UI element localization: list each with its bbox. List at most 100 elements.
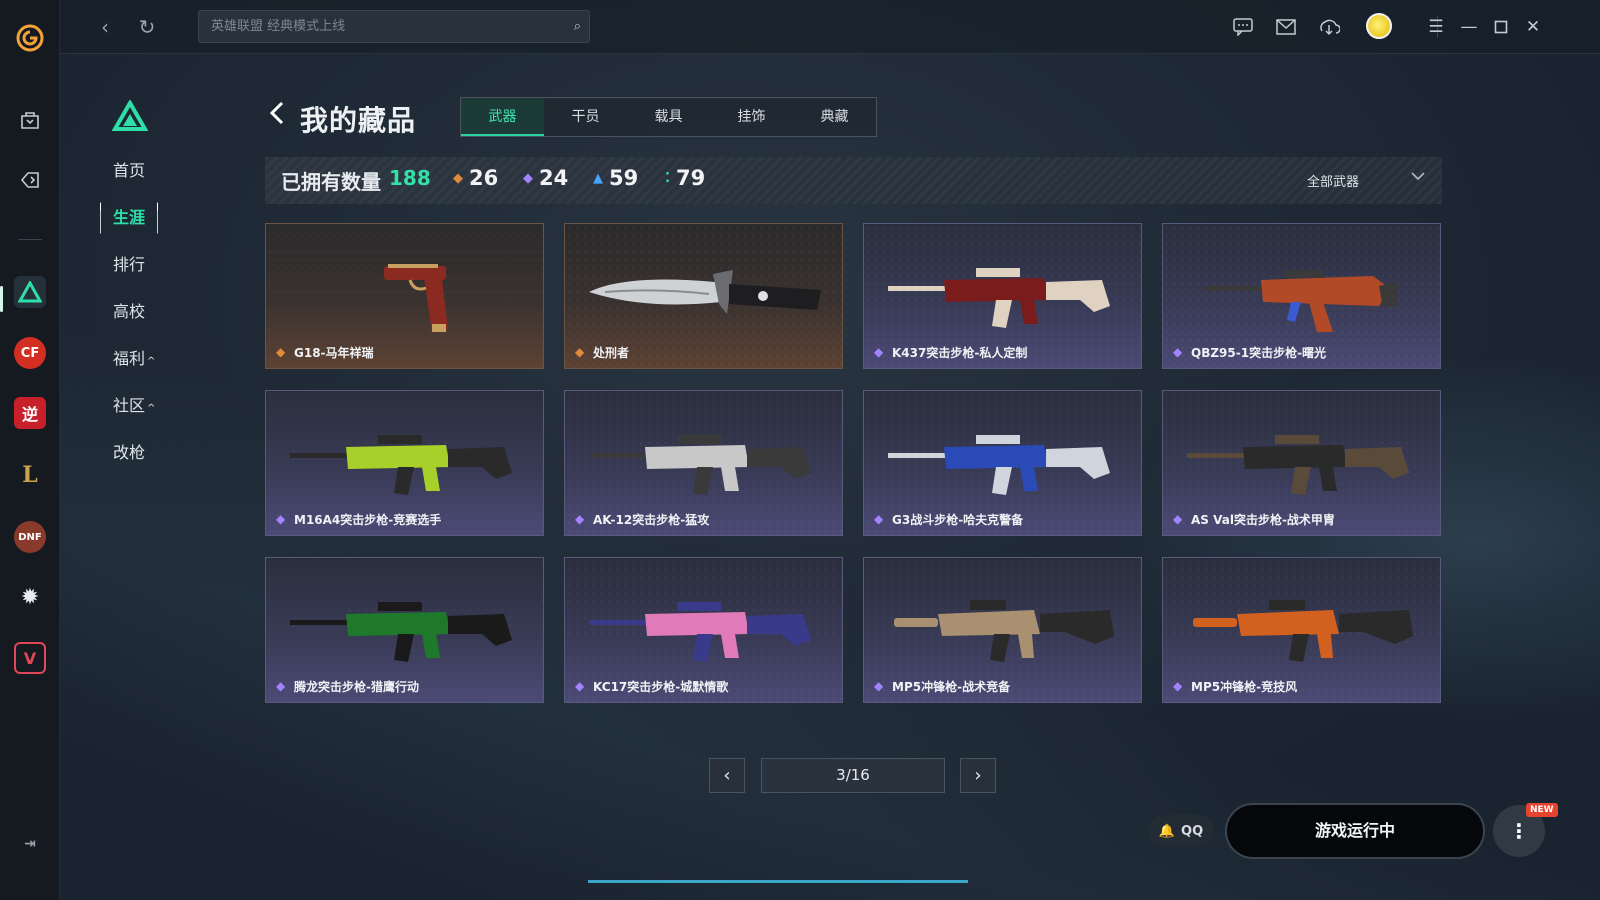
weapon-image bbox=[1183, 578, 1421, 678]
collection-item-card[interactable]: ◆ AK-12突击步枪-猛攻 bbox=[564, 390, 843, 536]
nav-item-college[interactable]: 高校 bbox=[100, 296, 170, 343]
wegame-logo[interactable] bbox=[14, 22, 46, 54]
collection-item-card[interactable]: ◆ QBZ95-1突击步枪-曙光 bbox=[1162, 223, 1441, 369]
next-page-button[interactable]: › bbox=[960, 758, 996, 793]
weapon-image bbox=[286, 244, 524, 344]
gold-diamond-icon: ◆ bbox=[575, 345, 585, 359]
owned-total: 188 bbox=[389, 166, 431, 190]
purple-diamond-icon: ◆ bbox=[276, 512, 286, 526]
nav-item-career[interactable]: 生涯 bbox=[100, 202, 170, 249]
tab-collection[interactable]: 典藏 bbox=[793, 98, 876, 136]
tab-operators[interactable]: 干员 bbox=[544, 98, 627, 136]
nav-label: 福利 bbox=[113, 349, 146, 368]
green-dots-icon: ⁚ bbox=[665, 170, 670, 186]
item-name: M16A4突击步枪-竞赛选手 bbox=[294, 513, 442, 527]
app-rail: CF 逆 L DNF ✹ V ⇥ bbox=[0, 0, 60, 900]
download-icon[interactable] bbox=[1316, 14, 1342, 40]
stat-value: 79 bbox=[675, 166, 706, 190]
collection-item-card[interactable]: ◆ AS Val突击步枪-战术甲胄 bbox=[1162, 390, 1441, 536]
search-icon[interactable]: ⌕ bbox=[574, 11, 581, 42]
gold-diamond-icon: ◆ bbox=[453, 170, 463, 186]
chat-icon[interactable] bbox=[1230, 14, 1256, 40]
nav-label: 首页 bbox=[113, 161, 146, 180]
collection-item-card[interactable]: ◆ G3战斗步枪-哈夫克警备 bbox=[863, 390, 1142, 536]
settings-star-icon[interactable]: ✹ bbox=[14, 581, 46, 613]
tab-vehicles[interactable]: 载具 bbox=[627, 98, 710, 136]
stat-value: 24 bbox=[539, 166, 569, 190]
chevron-down-icon[interactable] bbox=[1410, 167, 1426, 186]
store-icon[interactable] bbox=[14, 104, 46, 136]
nav-item-ranking[interactable]: 排行 bbox=[100, 249, 170, 296]
delta-force-icon[interactable] bbox=[14, 276, 46, 308]
back-icon[interactable]: ‹ bbox=[92, 14, 118, 40]
close-icon[interactable]: ✕ bbox=[1520, 14, 1546, 40]
league-of-legends-icon[interactable]: L bbox=[14, 459, 46, 491]
item-name: AS Val突击步枪-战术甲胄 bbox=[1191, 513, 1335, 527]
mail-icon[interactable] bbox=[1273, 14, 1299, 40]
back-arrow-icon[interactable] bbox=[268, 100, 288, 133]
purple-diamond-icon: ◆ bbox=[1173, 512, 1183, 526]
search-placeholder: 英雄联盟 经典模式上线 bbox=[211, 19, 346, 34]
purple-diamond-icon: ◆ bbox=[575, 512, 585, 526]
collection-item-card[interactable]: ◆ 腾龙突击步枪-猎鹰行动 bbox=[265, 557, 544, 703]
collection-item-card[interactable]: ◆ MP5冲锋枪-战术竞备 bbox=[863, 557, 1142, 703]
collection-item-card[interactable]: ◆ K437突击步枪-私人定制 bbox=[863, 223, 1142, 369]
bell-icon: 🔔 bbox=[1158, 823, 1176, 839]
stat-value: 26 bbox=[469, 166, 499, 190]
category-tabs: 武器 干员 载具 挂饰 典藏 bbox=[460, 97, 877, 137]
purple-diamond-icon: ◆ bbox=[1173, 345, 1183, 359]
nav-item-welfare[interactable]: 福利 ^ bbox=[100, 343, 170, 390]
item-name: 处刑者 bbox=[593, 346, 630, 360]
collapse-icon[interactable]: ⇥ bbox=[15, 830, 45, 858]
valorant-icon[interactable]: V bbox=[14, 642, 46, 674]
progress-line bbox=[588, 880, 968, 883]
gold-diamond-icon: ◆ bbox=[276, 345, 286, 359]
weapon-image bbox=[286, 578, 524, 678]
weapon-filter[interactable]: 全部武器 bbox=[1307, 171, 1359, 190]
collection-item-card[interactable]: ◆ M16A4突击步枪-竞赛选手 bbox=[265, 390, 544, 536]
crossfire-icon[interactable]: CF bbox=[14, 337, 46, 369]
purple-diamond-icon: ◆ bbox=[523, 170, 533, 186]
game-running-button[interactable]: 游戏运行中 bbox=[1225, 803, 1485, 859]
maximize-icon[interactable] bbox=[1488, 14, 1514, 40]
item-name: MP5冲锋枪-竞技风 bbox=[1191, 680, 1298, 694]
purple-diamond-icon: ◆ bbox=[276, 679, 286, 693]
refresh-icon[interactable]: ↻ bbox=[134, 14, 160, 40]
chevron-up-icon: ^ bbox=[147, 356, 156, 367]
weapon-image bbox=[286, 411, 524, 511]
ni-shui-han-icon[interactable]: 逆 bbox=[14, 397, 46, 429]
collection-item-card[interactable]: ◆ 处刑者 bbox=[564, 223, 843, 369]
search-input[interactable]: 英雄联盟 经典模式上线 ⌕ bbox=[198, 10, 590, 43]
avatar[interactable] bbox=[1366, 13, 1392, 39]
weapon-image bbox=[884, 578, 1122, 678]
qq-label: QQ bbox=[1181, 823, 1204, 839]
nav-item-home[interactable]: 首页 bbox=[100, 155, 170, 202]
stat-green: ⁚ 79 bbox=[665, 166, 705, 190]
top-bar: ‹ ↻ 英雄联盟 经典模式上线 ⌕ ☰ — ✕ bbox=[60, 0, 1600, 54]
weapon-image bbox=[585, 411, 823, 511]
collection-item-card[interactable]: ◆ MP5冲锋枪-竞技风 bbox=[1162, 557, 1441, 703]
collection-item-card[interactable]: ◆ KC17突击步枪-城默情歌 bbox=[564, 557, 843, 703]
item-name: KC17突击步枪-城默情歌 bbox=[593, 680, 729, 694]
stat-purple: ◆ 24 bbox=[523, 166, 568, 190]
weapon-image bbox=[1183, 244, 1421, 344]
qq-button[interactable]: 🔔 QQ bbox=[1148, 815, 1214, 847]
minimize-icon[interactable]: — bbox=[1456, 14, 1482, 40]
dnf-icon[interactable]: DNF bbox=[14, 521, 46, 553]
item-name: 腾龙突击步枪-猎鹰行动 bbox=[294, 680, 419, 694]
collection-item-card[interactable]: ◆ G18-马年祥瑞 bbox=[265, 223, 544, 369]
stat-value: 59 bbox=[609, 166, 639, 190]
tab-weapons[interactable]: 武器 bbox=[461, 98, 544, 136]
new-badge: NEW bbox=[1526, 803, 1558, 817]
item-name: G3战斗步枪-哈夫克警备 bbox=[892, 513, 1024, 527]
nav-item-gunsmith[interactable]: 改枪 bbox=[100, 437, 170, 484]
tab-charms[interactable]: 挂饰 bbox=[710, 98, 793, 136]
menu-icon[interactable]: ☰ bbox=[1423, 14, 1449, 40]
weapon-image bbox=[585, 578, 823, 678]
prev-page-button[interactable]: ‹ bbox=[709, 758, 745, 793]
tag-icon[interactable] bbox=[14, 164, 46, 196]
weapon-image bbox=[884, 244, 1122, 344]
nav-item-community[interactable]: 社区 ^ bbox=[100, 390, 170, 437]
side-nav: 首页 生涯 排行 高校 福利 ^ 社区 ^ 改枪 bbox=[100, 155, 170, 484]
stat-gold: ◆ 26 bbox=[453, 166, 498, 190]
